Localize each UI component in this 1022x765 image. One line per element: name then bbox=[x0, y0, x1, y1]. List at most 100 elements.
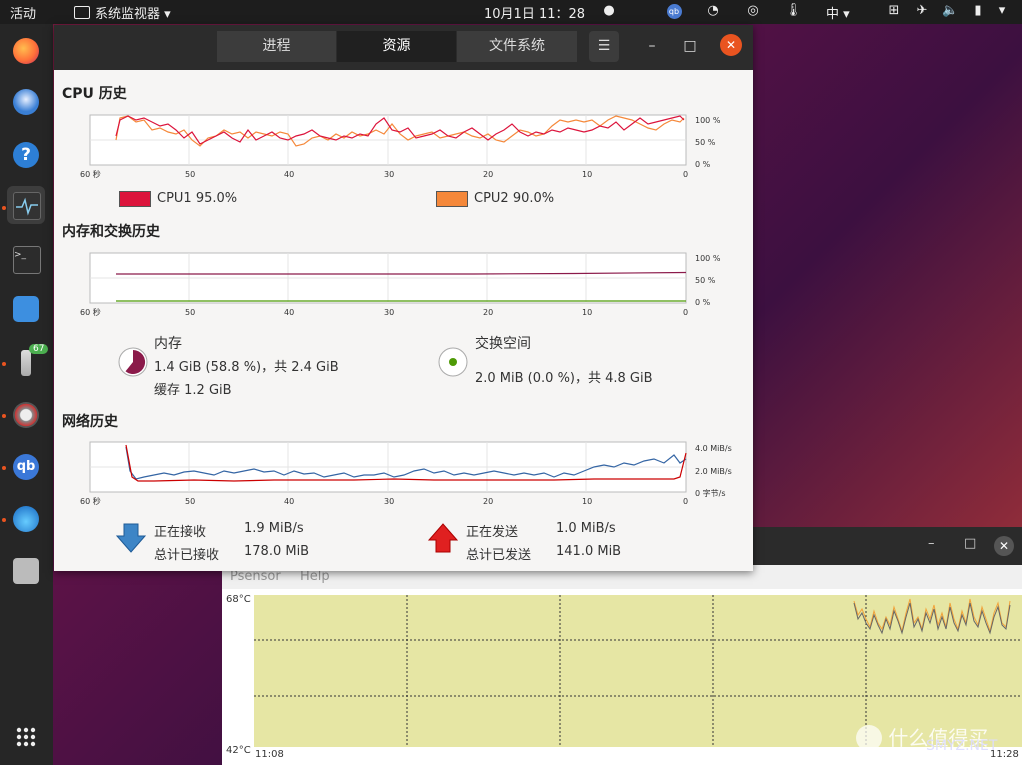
drop-icon bbox=[13, 506, 39, 532]
maximize-button[interactable]: □ bbox=[678, 34, 702, 58]
app-menu-label: 系统监视器 bbox=[95, 7, 161, 22]
volume-icon[interactable]: 🔈 bbox=[942, 2, 958, 20]
airplane-icon[interactable]: ✈ bbox=[914, 2, 930, 20]
monitor-icon bbox=[74, 6, 90, 19]
x-tick: 0 bbox=[683, 497, 688, 506]
menu-psensor[interactable]: Psensor bbox=[230, 569, 281, 584]
memory-pie-icon[interactable] bbox=[118, 347, 148, 377]
menu-help[interactable]: Help bbox=[300, 569, 330, 584]
dock-firefox[interactable] bbox=[7, 32, 45, 70]
thermometer-tray-icon[interactable]: 🌡 bbox=[785, 2, 802, 20]
tab-processes[interactable]: 进程 bbox=[217, 31, 336, 62]
network-section-title: 网络历史 bbox=[62, 414, 118, 430]
y-tick: 50 % bbox=[695, 138, 716, 147]
notification-dot-icon: ● bbox=[603, 3, 615, 18]
dock-app-67[interactable]: 67 bbox=[7, 344, 49, 382]
y-tick: 0 % bbox=[695, 298, 711, 307]
cpu2-legend: CPU2 90.0% bbox=[474, 191, 555, 206]
minimize-button[interactable]: – bbox=[640, 34, 664, 58]
receiving-value: 1.9 MiB/s bbox=[244, 521, 304, 536]
software-bag-icon bbox=[13, 296, 39, 322]
qbittorrent-tray-icon[interactable]: qb bbox=[666, 2, 682, 20]
cpu2-color-swatch[interactable] bbox=[436, 191, 468, 207]
x-tick: 10 bbox=[582, 308, 592, 317]
swap-pie-icon[interactable] bbox=[438, 347, 468, 377]
memory-title: 内存 bbox=[154, 336, 182, 352]
maximize-icon[interactable]: □ bbox=[964, 536, 976, 551]
sending-value: 1.0 MiB/s bbox=[556, 521, 616, 536]
network-chart: 60 秒 50 40 30 20 10 0 4.0 MiB/s 2.0 MiB/… bbox=[80, 441, 732, 506]
help-icon: ? bbox=[13, 142, 39, 168]
speedometer-icon bbox=[13, 402, 39, 428]
hamburger-menu-button[interactable]: ☰ bbox=[589, 31, 619, 62]
dock-terminal[interactable]: >_ bbox=[7, 240, 45, 278]
dock-speedometer[interactable] bbox=[7, 396, 45, 434]
dock-thunderbird[interactable] bbox=[7, 83, 45, 121]
network-icon[interactable]: ⊞ bbox=[886, 2, 902, 20]
x-tick: 20 bbox=[483, 497, 493, 506]
receiving-label: 正在接收 bbox=[154, 525, 207, 540]
cpu-chart: 60 秒 50 40 30 20 10 0 100 % 50 % 0 % bbox=[80, 114, 721, 179]
x-tick: 50 bbox=[185, 170, 195, 179]
x-tick: 40 bbox=[284, 497, 294, 506]
tab-resources[interactable]: 资源 bbox=[337, 31, 456, 62]
watermark-sub: SMYZ.NET bbox=[926, 738, 998, 754]
memory-usage: 1.4 GiB (58.8 %)，共 2.4 GiB bbox=[154, 360, 339, 375]
clock[interactable]: 10月1日 11：28 bbox=[484, 3, 585, 22]
show-applications-button[interactable] bbox=[7, 718, 45, 756]
dock-qbittorrent[interactable]: qb bbox=[7, 448, 45, 486]
y-tick: 100 % bbox=[695, 116, 721, 125]
close-button[interactable]: ✕ bbox=[720, 34, 742, 56]
y-tick: 100 % bbox=[695, 254, 721, 263]
hamburger-icon: ☰ bbox=[597, 38, 611, 54]
x-tick: 20 bbox=[483, 308, 493, 317]
chevron-down-icon: ▾ bbox=[164, 7, 171, 22]
terminal-icon: >_ bbox=[13, 246, 41, 274]
close-icon: ✕ bbox=[725, 38, 737, 52]
running-indicator bbox=[2, 414, 6, 418]
watermark-logo-icon bbox=[856, 725, 882, 751]
system-menu-chevron-icon[interactable]: ▾ bbox=[994, 2, 1010, 20]
close-icon[interactable]: ✕ bbox=[994, 536, 1014, 556]
disc-tray-icon[interactable]: ◎ bbox=[745, 2, 761, 20]
dock-drop-app[interactable] bbox=[7, 500, 45, 538]
x-tick: 40 bbox=[284, 308, 294, 317]
running-indicator bbox=[2, 362, 6, 366]
y-tick: 0 字节/s bbox=[695, 488, 726, 498]
x-tick: 20 bbox=[483, 170, 493, 179]
dock-help[interactable]: ? bbox=[7, 136, 45, 174]
running-indicator bbox=[2, 206, 6, 210]
x-tick: 50 bbox=[185, 308, 195, 317]
total-received-value: 178.0 MiB bbox=[244, 544, 310, 559]
minimize-icon: – bbox=[648, 38, 656, 54]
battery-icon[interactable]: ▮ bbox=[970, 2, 986, 20]
thunderbird-icon bbox=[13, 89, 39, 115]
x-tick: 40 bbox=[284, 170, 294, 179]
headerbar[interactable]: 进程 资源 文件系统 ☰ – □ ✕ bbox=[54, 25, 753, 70]
total-sent-label: 总计已发送 bbox=[466, 548, 532, 563]
swap-title: 交换空间 bbox=[475, 336, 531, 352]
dock-system-monitor[interactable] bbox=[7, 186, 45, 224]
upload-arrow-icon bbox=[428, 523, 458, 553]
app-menu[interactable]: 系统监视器 ▾ bbox=[74, 3, 171, 22]
running-indicator bbox=[2, 518, 6, 522]
thermometer-app-icon bbox=[21, 350, 31, 376]
y-tick: 50 % bbox=[695, 276, 716, 285]
system-monitor-icon bbox=[13, 192, 41, 220]
y-tick: 2.0 MiB/s bbox=[695, 467, 732, 476]
input-method-label: 中 bbox=[826, 7, 840, 22]
total-sent-value: 141.0 MiB bbox=[556, 544, 622, 559]
speedometer-tray-icon[interactable]: ◔ bbox=[705, 2, 721, 20]
dock-disk[interactable] bbox=[7, 552, 45, 590]
x-tick: 0 bbox=[683, 170, 688, 179]
minimize-icon[interactable]: – bbox=[928, 536, 935, 551]
dock-software[interactable] bbox=[7, 290, 45, 328]
swap-usage: 2.0 MiB (0.0 %)，共 4.8 GiB bbox=[475, 371, 653, 386]
disk-icon bbox=[13, 558, 39, 584]
input-method-menu[interactable]: 中 ▾ bbox=[826, 3, 850, 22]
tab-file-systems[interactable]: 文件系统 bbox=[457, 31, 577, 62]
memory-section-title: 内存和交换历史 bbox=[62, 224, 160, 240]
cpu1-color-swatch[interactable] bbox=[119, 191, 151, 207]
activities-button[interactable]: 活动 bbox=[10, 3, 36, 22]
sending-label: 正在发送 bbox=[466, 525, 519, 540]
